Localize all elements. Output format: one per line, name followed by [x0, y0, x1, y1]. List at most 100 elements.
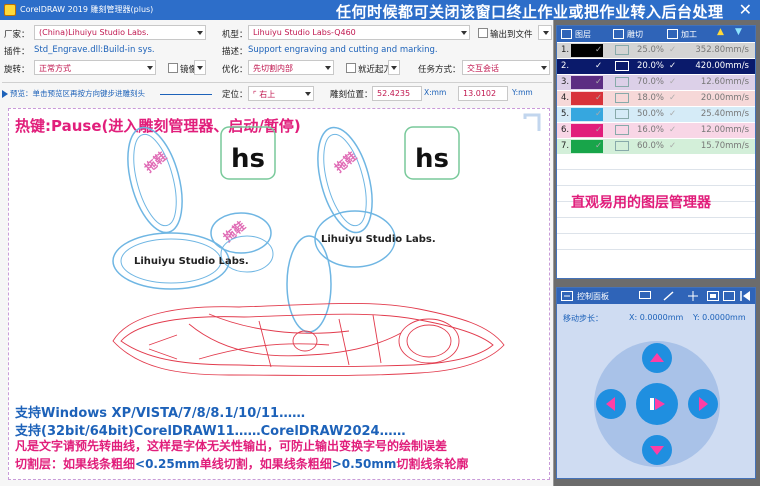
x-readout: X: 0.0000mm [629, 313, 684, 322]
desc-value: Support engraving and cutting and markin… [248, 45, 438, 55]
layer-speed: 25.40mm/s [700, 109, 749, 119]
position-value: 右上 [259, 90, 276, 99]
frame-icon[interactable] [707, 291, 719, 301]
engrave-mode-icon[interactable] [615, 45, 629, 55]
check-icon[interactable]: ✓ [669, 125, 676, 135]
check-icon[interactable]: ✓ [669, 77, 676, 87]
window-icon[interactable] [723, 291, 735, 301]
mirror-dropdown[interactable] [194, 60, 206, 75]
engrave-mode-icon[interactable] [615, 125, 629, 135]
divider [2, 82, 552, 83]
check-icon[interactable]: ✓ [595, 77, 602, 87]
model-select[interactable]: Lihuiyu Studio Labs-Q460 [248, 25, 470, 40]
layer-row[interactable]: 1. ✓ 25.0% ✓ 352.80mm/s [557, 43, 755, 58]
layer-power: 50.0% [637, 109, 665, 119]
mirror-checkbox[interactable] [168, 63, 178, 73]
nearest-start-dropdown[interactable] [388, 60, 400, 75]
empty-row-line [557, 233, 755, 234]
engrave-pos-label: 雕刻位置： [330, 90, 373, 100]
x-input[interactable]: 52.4235 [372, 86, 422, 101]
logo-mark: hs [231, 144, 265, 174]
task-mode-select[interactable]: 交互会话 [462, 60, 550, 75]
close-icon[interactable]: ✕ [739, 0, 752, 19]
check-icon[interactable]: ✓ [669, 61, 676, 71]
output-file-label: 输出到文件 [490, 30, 533, 40]
check-icon[interactable]: ✓ [669, 109, 676, 119]
layer-row[interactable]: 5. ✓ 50.0% ✓ 25.40mm/s [557, 107, 755, 122]
check-icon[interactable]: ✓ [669, 45, 676, 55]
optimize-select[interactable]: 先切割内部 [248, 60, 334, 75]
cut-layer-tip: 切割层：如果线条粗细<0.25mm单线切割，如果线条粗细>0.50mm切割线条轮… [15, 455, 468, 472]
layer-num: 1. [561, 45, 570, 55]
layer-num: 6. [561, 125, 570, 135]
check-icon[interactable]: ✓ [595, 45, 602, 55]
preview-canvas[interactable]: 热键:Pause(进入雕刻管理器、启动/暂停) 拖鞋 Lihuiyu Studi… [8, 108, 550, 480]
check-icon[interactable]: ✓ [669, 93, 676, 103]
comment-icon[interactable] [639, 291, 651, 301]
engrave-mode-icon[interactable] [615, 109, 629, 119]
check-icon[interactable]: ✓ [595, 141, 602, 151]
down-arrow-icon[interactable]: ▼ [735, 27, 742, 37]
layer-row[interactable]: 3. ✓ 70.0% ✓ 12.60mm/s [557, 75, 755, 90]
right-button[interactable] [688, 389, 718, 419]
rotate-select[interactable]: 正常方式 [34, 60, 156, 75]
skip-back-icon[interactable] [739, 291, 751, 301]
check-icon[interactable]: ✓ [669, 141, 676, 151]
up-arrow-icon[interactable]: ▲ [717, 27, 724, 37]
y-input[interactable]: 13.0102 [458, 86, 508, 101]
left-button[interactable] [596, 389, 626, 419]
start-pause-button[interactable] [636, 383, 678, 425]
position-select[interactable]: ⌜ 右上 [248, 86, 314, 101]
nearest-start-checkbox[interactable] [346, 63, 356, 73]
desc-label: 描述： [222, 47, 248, 57]
chevron-down-icon [461, 31, 467, 35]
slipper-design-2: 拖鞋 Lihuiyu Studio Labs. hs [286, 126, 460, 333]
down-button[interactable] [642, 435, 672, 465]
output-file-dropdown[interactable] [538, 25, 552, 40]
layer-num: 2. [561, 61, 570, 71]
engrave-mode-icon[interactable] [615, 93, 629, 103]
layer-row[interactable]: 6. ✓ 16.0% ✓ 12.00mm/s [557, 123, 755, 138]
layer-caption: 直观易用的图层管理器 [571, 195, 711, 211]
layer-row[interactable]: 7. ✓ 60.0% ✓ 15.70mm/s [557, 139, 755, 154]
layer-speed: 352.80mm/s [695, 45, 749, 55]
layer-power: 20.0% [637, 61, 665, 71]
check-icon[interactable]: ✓ [595, 61, 602, 71]
layer-power: 25.0% [637, 45, 665, 55]
position-label: 定位： [222, 90, 248, 100]
control-panel-icon [561, 291, 573, 301]
engrave-mode-icon[interactable] [615, 141, 629, 151]
control-panel: 控制面板 移动步长： X: 0.0000mm Y: 0.0000mm [556, 287, 756, 479]
vendor-select[interactable]: (China)Lihuiyu Studio Labs. [34, 25, 206, 40]
check-icon[interactable]: ✓ [595, 125, 602, 135]
layer-power: 70.0% [637, 77, 665, 87]
layer-power: 16.0% [637, 125, 665, 135]
engrave-mode-icon[interactable] [615, 77, 629, 87]
layer-speed: 20.00mm/s [700, 93, 749, 103]
main-panel: 厂家： (China)Lihuiyu Studio Labs. 机型： Lihu… [0, 20, 554, 486]
up-button[interactable] [642, 343, 672, 373]
slipper-design-1: 拖鞋 Lihuiyu Studio Labs. 拖鞋 hs [112, 126, 276, 290]
cross-icon[interactable] [687, 291, 699, 301]
layer-row[interactable]: 2. ✓ 20.0% ✓ 420.00mm/s [557, 59, 755, 74]
layer-row[interactable]: 4. ✓ 18.0% ✓ 20.00mm/s [557, 91, 755, 106]
cut-tip-c: 单线切割，如果线条粗细 [199, 457, 332, 471]
chevron-down-icon [325, 66, 331, 70]
chevron-down-icon [305, 92, 311, 96]
slipper-label: 拖鞋 [331, 148, 359, 175]
model-label: 机型： [222, 30, 248, 40]
engrave-mode-icon[interactable] [615, 61, 629, 71]
slipper-label: 拖鞋 [141, 148, 169, 175]
check-icon[interactable]: ✓ [595, 93, 602, 103]
preview-toolbar: 预览：单击预览区再按方向键步进雕刻头 定位： ⌜ 右上 雕刻位置： 52.423… [0, 85, 554, 103]
check-icon[interactable]: ✓ [595, 109, 602, 119]
preview-hint: 预览：单击预览区再按方向键步进雕刻头 [10, 89, 145, 98]
notice-banner: 任何时候都可关闭该窗口终止作业或把作业转入后台处理 [336, 3, 724, 21]
chevron-down-icon [543, 31, 549, 35]
layer-power: 60.0% [637, 141, 665, 151]
output-file-checkbox[interactable] [478, 28, 488, 38]
guanyin-engraving [112, 302, 505, 376]
optimize-label: 优化： [222, 65, 248, 75]
pen-icon[interactable] [663, 291, 675, 301]
layer-speed: 420.00mm/s [695, 61, 749, 71]
